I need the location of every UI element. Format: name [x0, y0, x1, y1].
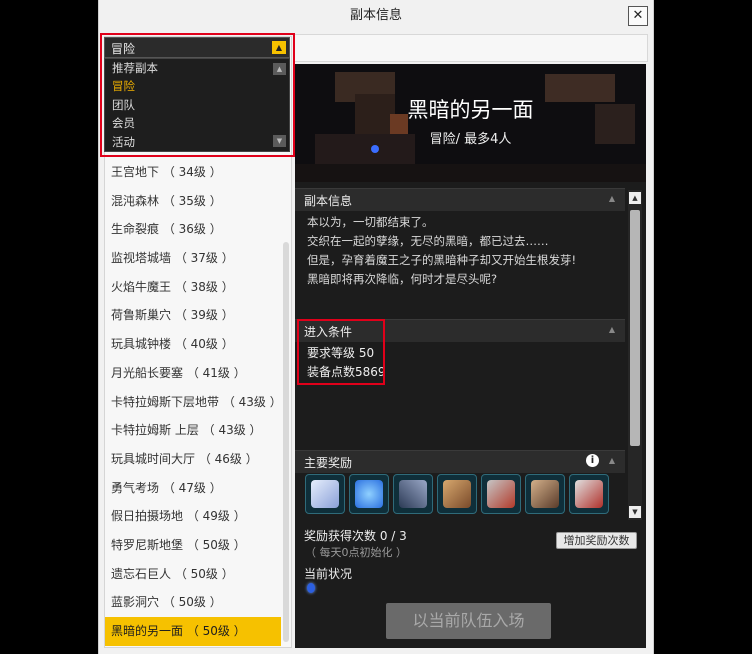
detail-scrollbar[interactable]: ▲ ▼ [628, 190, 642, 520]
reward-glove[interactable] [437, 474, 477, 514]
glove-icon [443, 480, 471, 508]
reward-star[interactable] [349, 474, 389, 514]
dungeon-list-item[interactable]: 卡特拉姆斯 上层 （ 43级 ） [105, 416, 281, 445]
dungeon-info-header-label: 副本信息 [304, 194, 353, 208]
description-line: 但是，孕育着魔王之子的黑暗种子却又开始生根发芽! [307, 253, 577, 267]
dungeon-subtitle: 冒险/ 最多4人 [429, 132, 512, 147]
add-reward-count-button[interactable]: 增加奖励次数 [556, 532, 637, 549]
dungeon-list-item[interactable]: 荷鲁斯巢穴 （ 39级 ） [105, 301, 281, 330]
reward-shoes[interactable] [569, 474, 609, 514]
dungeon-list: 王宫地下 （ 34级 ）混沌森林 （ 35级 ）生命裂痕 （ 36级 ）监视塔城… [105, 158, 282, 646]
highlight-box-dropdown [100, 33, 295, 157]
boots-icon [531, 480, 559, 508]
scroll-thumb[interactable] [630, 210, 640, 446]
dungeon-description: 本以为，一切都结束了。交织在一起的孽缘，无尽的黑暗，都已过去…… 但是，孕育着魔王… [307, 213, 627, 289]
window-title: 副本信息 [349, 8, 402, 23]
collapse-icon[interactable]: ▲ [609, 194, 615, 203]
enter-with-party-button[interactable]: 以当前队伍入场 [386, 603, 551, 639]
scroll-up-icon[interactable]: ▲ [629, 192, 641, 204]
reward-icons [305, 474, 625, 520]
dungeon-list-item[interactable]: 监视塔城墙 （ 37级 ） [105, 244, 281, 273]
dungeon-list-item[interactable]: 卡特拉姆斯下层地带 （ 43级 ） [105, 388, 282, 417]
collapse-icon[interactable]: ▲ [609, 325, 615, 334]
dungeon-title: 黑暗的另一面 [407, 98, 534, 122]
collapse-icon[interactable]: ▲ [609, 456, 615, 465]
rewards-header-label: 主要奖励 [304, 456, 353, 470]
rewards-header[interactable]: 主要奖励 i ▲ [295, 450, 625, 473]
bow-icon [399, 480, 427, 508]
dungeon-list-item[interactable]: 玩具城钟楼 （ 40级 ） [105, 330, 281, 359]
reward-boots[interactable] [525, 474, 565, 514]
armor-icon [487, 480, 515, 508]
dungeon-list-item[interactable]: 生命裂痕 （ 36级 ） [105, 215, 281, 244]
list-scrollbar[interactable] [283, 242, 289, 642]
description-line: 黑暗即将再次降临，何时才是尽头呢? [307, 272, 498, 286]
dungeon-list-item[interactable]: 特罗尼斯地堡 （ 50级 ） [105, 531, 281, 560]
dungeon-list-item[interactable]: 玩具城时间大厅 （ 46级 ） [105, 445, 281, 474]
description-line: 本以为，一切都结束了。 [307, 215, 434, 229]
top-strip [294, 34, 648, 62]
reward-bow[interactable] [393, 474, 433, 514]
highlight-box-requirements [297, 319, 385, 385]
dungeon-info-header[interactable]: 副本信息 ▲ [295, 188, 625, 211]
dungeon-list-item[interactable]: 假日拍摄场地 （ 49级 ） [105, 502, 281, 531]
dungeon-list-item[interactable]: 王宫地下 （ 34级 ） [105, 158, 281, 187]
current-status-label: 当前状况 [304, 567, 353, 581]
crystal-icon [311, 480, 339, 508]
reward-count: 奖励获得次数 0 / 3 [304, 529, 407, 543]
dungeon-banner: 黑暗的另一面 冒险/ 最多4人 [295, 64, 646, 182]
shoes-icon [575, 480, 603, 508]
dungeon-list-item[interactable]: 混沌森林 （ 35级 ） [105, 187, 281, 216]
dungeon-list-item[interactable]: 遗忘石巨人 （ 50级 ） [105, 560, 281, 589]
scroll-down-icon[interactable]: ▼ [629, 506, 641, 518]
reward-armor[interactable] [481, 474, 521, 514]
dungeon-list-item[interactable]: 黑暗的另一面 （ 50级 ） [105, 617, 281, 646]
dungeon-list-item[interactable]: 蓝影洞穴 （ 50级 ） [105, 588, 281, 617]
close-button[interactable]: ✕ [628, 6, 648, 26]
star-icon [355, 480, 383, 508]
dungeon-list-item[interactable]: 火焰牛魔王 （ 38级 ） [105, 273, 281, 302]
dungeon-list-item[interactable]: 勇气考场 （ 47级 ） [105, 474, 281, 503]
party-member-icon [307, 583, 315, 593]
dungeon-list-item[interactable]: 月光船长要塞 （ 41级 ） [105, 359, 281, 388]
description-line: 交织在一起的孽缘，无尽的黑暗，都已过去…… [307, 234, 549, 248]
reward-reset-note: （ 每天0点初始化 ） [305, 546, 407, 559]
info-icon[interactable]: i [586, 454, 599, 467]
reward-crystal[interactable] [305, 474, 345, 514]
